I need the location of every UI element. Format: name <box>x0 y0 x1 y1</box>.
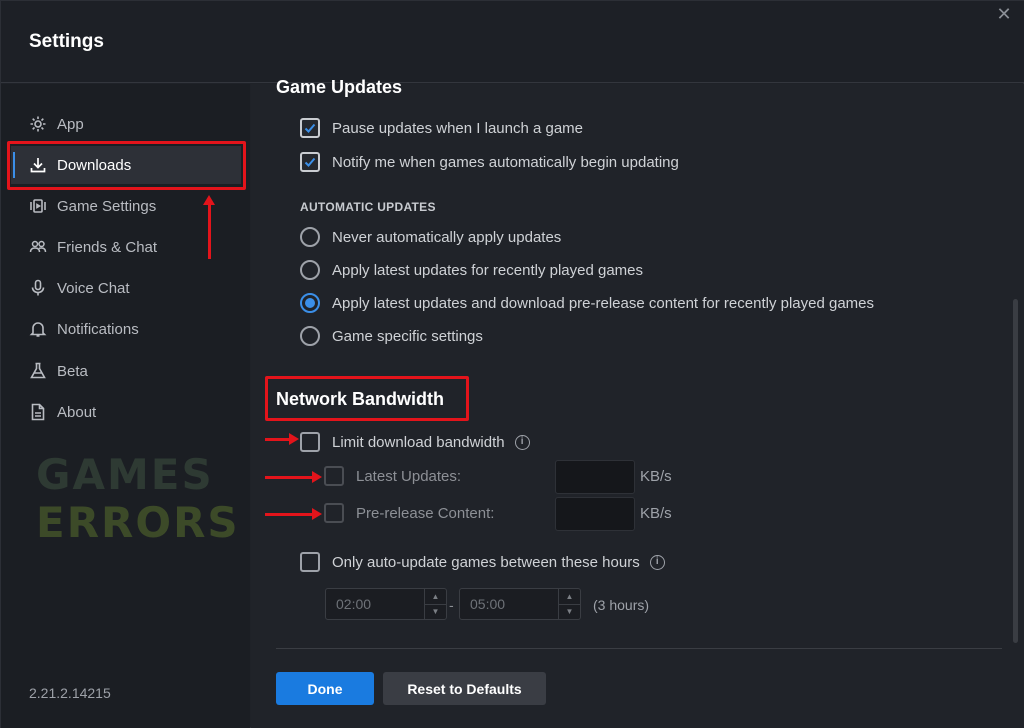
limit-bandwidth-option[interactable]: Limit download bandwidth i <box>300 432 530 452</box>
auto-update-option-game-specific[interactable]: Game specific settings <box>300 326 483 346</box>
radio-label: Apply latest updates and download pre-re… <box>332 294 874 312</box>
game-settings-icon <box>28 196 48 216</box>
prerelease-content-option[interactable]: Pre-release Content: <box>324 503 494 523</box>
sidebar-item-label: Notifications <box>57 320 139 338</box>
latest-updates-checkbox[interactable] <box>324 466 344 486</box>
start-time-value[interactable]: 02:00 <box>326 596 424 612</box>
window-title: Settings <box>29 31 104 52</box>
end-time-value[interactable]: 05:00 <box>460 596 558 612</box>
auto-update-hours-option[interactable]: Only auto-update games between these hou… <box>300 552 665 572</box>
sidebar-item-app[interactable]: App <box>11 105 241 143</box>
sidebar-item-label: Beta <box>57 362 88 380</box>
footer-divider <box>276 648 1002 649</box>
prerelease-content-unit: KB/s <box>640 505 672 522</box>
reset-defaults-button[interactable]: Reset to Defaults <box>383 672 546 705</box>
radio-button[interactable] <box>300 227 320 247</box>
gear-icon <box>28 114 48 134</box>
sidebar-item-about[interactable]: About <box>11 393 241 431</box>
end-time-spinner[interactable]: ▲ ▼ <box>558 589 580 619</box>
annotation-arrow <box>265 508 322 520</box>
increment-icon[interactable]: ▲ <box>559 589 580 605</box>
radio-button[interactable] <box>300 326 320 346</box>
sidebar-item-notifications[interactable]: Notifications <box>11 310 241 348</box>
start-time-spinner[interactable]: ▲ ▼ <box>424 589 446 619</box>
content-scrollbar[interactable] <box>1013 299 1018 643</box>
auto-update-option-prerelease[interactable]: Apply latest updates and download pre-re… <box>300 293 874 313</box>
game-updates-heading: Game Updates <box>276 77 403 97</box>
sidebar-item-voice-chat[interactable]: Voice Chat <box>11 269 241 307</box>
prerelease-content-label: Pre-release Content: <box>356 504 495 522</box>
auto-update-option-never[interactable]: Never automatically apply updates <box>300 227 561 247</box>
prerelease-content-checkbox[interactable] <box>324 503 344 523</box>
start-time-field[interactable]: 02:00 ▲ ▼ <box>325 588 447 620</box>
sidebar-item-label: App <box>57 115 84 133</box>
auto-update-hours-checkbox[interactable] <box>300 552 320 572</box>
prerelease-content-input[interactable] <box>555 497 635 531</box>
latest-updates-label: Latest Updates: <box>356 467 462 485</box>
flask-icon <box>28 361 48 381</box>
time-range-separator: - <box>449 597 454 613</box>
sidebar-item-game-settings[interactable]: Game Settings <box>11 187 241 225</box>
automatic-updates-label: AUTOMATIC UPDATES <box>300 200 436 214</box>
sidebar-item-friends-chat[interactable]: Friends & Chat <box>11 228 241 266</box>
downloads-highlight-box <box>7 141 246 190</box>
bell-icon <box>28 319 48 339</box>
latest-updates-input[interactable] <box>555 460 635 494</box>
decrement-icon[interactable]: ▼ <box>559 605 580 620</box>
friends-icon <box>28 237 48 257</box>
sidebar-item-label: Friends & Chat <box>57 238 158 256</box>
time-range-duration: (3 hours) <box>593 597 650 613</box>
sidebar-item-label: Game Settings <box>57 197 157 215</box>
radio-label: Game specific settings <box>332 327 483 345</box>
end-time-field[interactable]: 05:00 ▲ ▼ <box>459 588 581 620</box>
radio-button[interactable] <box>300 260 320 280</box>
latest-updates-option[interactable]: Latest Updates: <box>324 466 461 486</box>
annotation-arrow <box>265 471 322 483</box>
notify-updates-label: Notify me when games automatically begin… <box>332 153 679 171</box>
auto-update-hours-label: Only auto-update games between these hou… <box>332 553 640 571</box>
document-icon <box>28 402 48 422</box>
info-icon[interactable]: i <box>649 554 665 570</box>
microphone-icon <box>28 278 48 298</box>
notify-updates-checkbox[interactable] <box>300 152 320 172</box>
increment-icon[interactable]: ▲ <box>425 589 446 605</box>
radio-label: Apply latest updates for recently played… <box>332 261 644 279</box>
settings-window: Settings ✕ App Downloads Game Settings F… <box>0 0 1024 728</box>
latest-updates-unit: KB/s <box>640 468 672 485</box>
done-button[interactable]: Done <box>276 672 374 705</box>
watermark-logo: GAMES ERRORS <box>36 451 240 547</box>
watermark-line-1: GAMES <box>36 450 214 499</box>
sidebar-item-label: About <box>57 403 97 421</box>
close-icon[interactable]: ✕ <box>993 3 1015 25</box>
pause-updates-option[interactable]: Pause updates when I launch a game <box>300 118 583 138</box>
annotation-arrow-up <box>203 195 215 259</box>
title-bar: Settings ✕ <box>1 1 1024 83</box>
pause-updates-checkbox[interactable] <box>300 118 320 138</box>
limit-bandwidth-label: Limit download bandwidth <box>332 433 505 451</box>
network-bandwidth-heading: Network Bandwidth <box>276 389 445 409</box>
notify-updates-option[interactable]: Notify me when games automatically begin… <box>300 152 679 172</box>
radio-button-selected[interactable] <box>300 293 320 313</box>
decrement-icon[interactable]: ▼ <box>425 605 446 620</box>
limit-bandwidth-checkbox[interactable] <box>300 432 320 452</box>
version-label: 2.21.2.14215 <box>29 685 111 701</box>
sidebar-item-beta[interactable]: Beta <box>11 352 241 390</box>
auto-update-option-recent[interactable]: Apply latest updates for recently played… <box>300 260 643 280</box>
watermark-line-2: ERRORS <box>36 498 240 547</box>
sidebar-item-label: Voice Chat <box>57 279 130 297</box>
annotation-arrow <box>265 433 299 445</box>
radio-label: Never automatically apply updates <box>332 228 562 246</box>
pause-updates-label: Pause updates when I launch a game <box>332 119 584 137</box>
info-icon[interactable]: i <box>514 434 530 450</box>
